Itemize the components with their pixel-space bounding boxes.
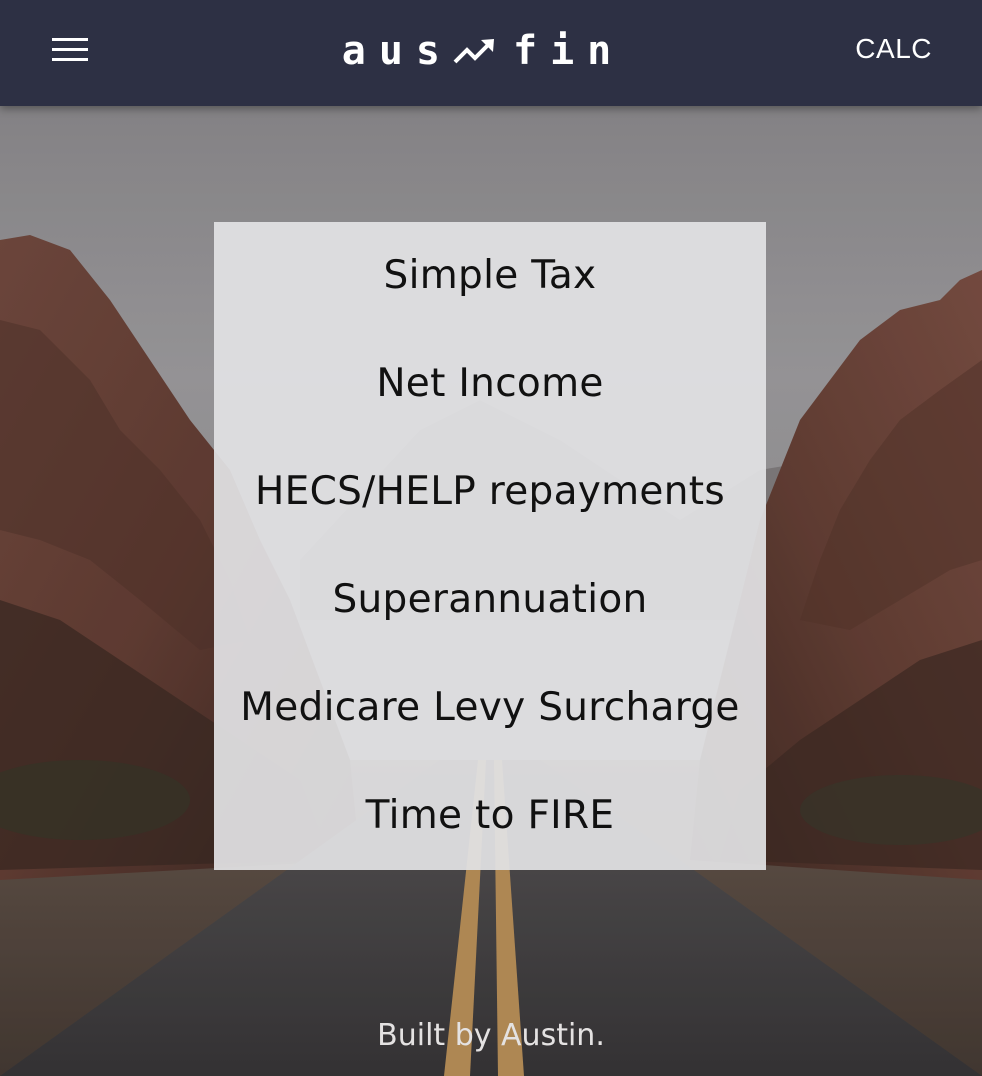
menu-item-superannuation[interactable]: Superannuation — [214, 546, 766, 654]
brand-text-right: fin — [513, 28, 625, 74]
calc-nav-link[interactable]: CALC — [855, 33, 932, 65]
trending-up-icon — [453, 36, 497, 66]
brand-container: aus fin — [0, 0, 982, 106]
brand-text-left: aus — [341, 28, 453, 74]
brand-logo-link[interactable]: aus fin — [342, 31, 625, 71]
menu-item-time-to-fire[interactable]: Time to FIRE — [214, 762, 766, 870]
calculator-menu-card: Simple Tax Net Income HECS/HELP repaymen… — [214, 222, 766, 870]
menu-item-medicare-levy-surcharge[interactable]: Medicare Levy Surcharge — [214, 654, 766, 762]
menu-item-simple-tax[interactable]: Simple Tax — [214, 222, 766, 330]
menu-item-net-income[interactable]: Net Income — [214, 330, 766, 438]
page: aus fin CALC Simple Tax Net Income HECS/… — [0, 0, 982, 1076]
menu-item-hecs-help[interactable]: HECS/HELP repayments — [214, 438, 766, 546]
footer-credit: Built by Austin. — [377, 1018, 605, 1053]
top-navbar: aus fin CALC — [0, 0, 982, 106]
hamburger-menu-button[interactable] — [44, 28, 96, 72]
hamburger-menu-icon — [52, 38, 88, 61]
